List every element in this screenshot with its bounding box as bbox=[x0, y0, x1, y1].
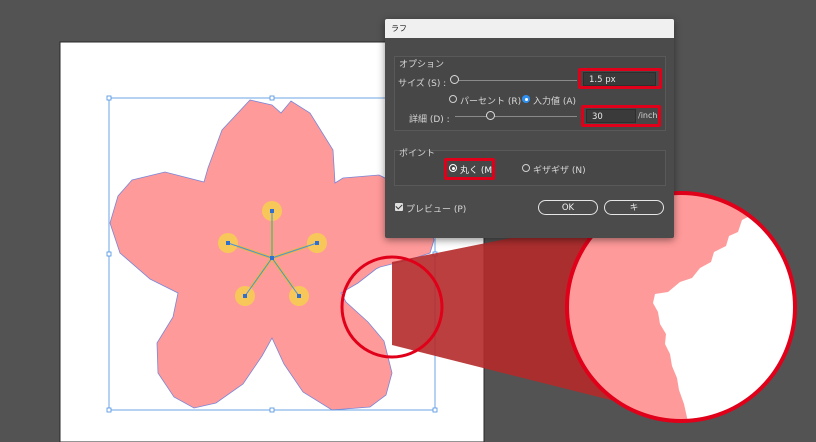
preview-label: プレビュー (P) bbox=[406, 205, 467, 215]
detail-slider-track[interactable] bbox=[455, 116, 577, 117]
size-label: サイズ (S) : bbox=[398, 79, 447, 89]
roughen-dialog: ラフ オプション サイズ (S) : 1.5 px パーセント (R) 入力値 … bbox=[385, 19, 674, 238]
corner-radio[interactable] bbox=[522, 164, 530, 172]
detail-label: 詳細 (D) : bbox=[409, 115, 450, 125]
cancel-button[interactable]: キ bbox=[604, 200, 664, 215]
smooth-highlight-box bbox=[444, 158, 495, 180]
size-highlight-box bbox=[578, 68, 662, 89]
size-slider-track[interactable] bbox=[455, 80, 577, 81]
corner-radio-label: ギザギザ (N) bbox=[533, 166, 586, 176]
size-slider-handle[interactable] bbox=[450, 75, 459, 84]
dialog-title: ラフ bbox=[391, 24, 407, 33]
preview-checkbox[interactable] bbox=[395, 203, 403, 211]
detail-slider-handle[interactable] bbox=[486, 111, 495, 120]
percent-radio[interactable] bbox=[449, 95, 457, 103]
detail-highlight-box bbox=[581, 105, 661, 127]
illustrator-workspace: ラフ オプション サイズ (S) : 1.5 px パーセント (R) 入力値 … bbox=[0, 0, 816, 442]
absolute-radio[interactable] bbox=[522, 95, 530, 103]
absolute-radio-label: 入力値 (A) bbox=[533, 97, 577, 107]
dialog-titlebar[interactable]: ラフ bbox=[385, 19, 674, 38]
ok-button[interactable]: OK bbox=[538, 200, 598, 215]
points-group-label: ポイント bbox=[399, 149, 436, 159]
options-group-label: オプション bbox=[399, 60, 445, 70]
percent-radio-label: パーセント (R) bbox=[460, 97, 522, 107]
